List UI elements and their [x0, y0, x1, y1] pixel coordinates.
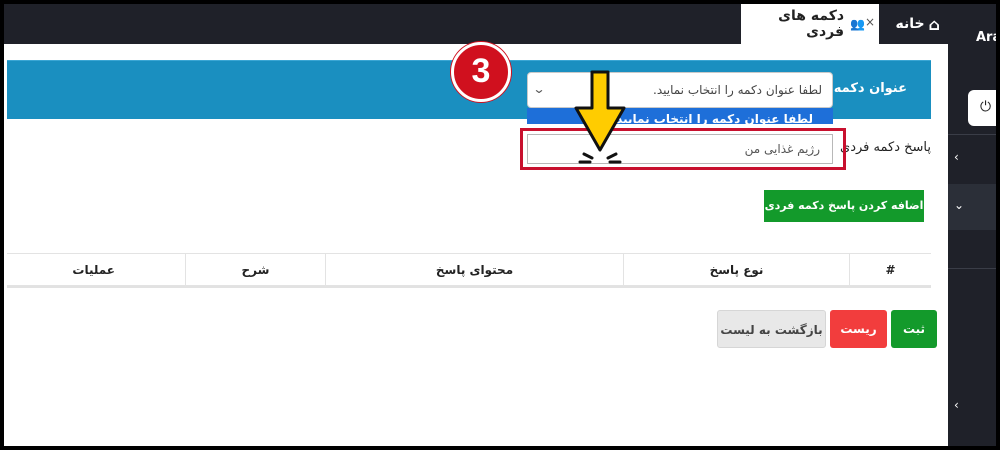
- sidebar-item-expanded[interactable]: ⌄: [948, 184, 996, 230]
- chevron-down-icon: ⌄: [954, 198, 965, 212]
- tab-individual-buttons[interactable]: 👥 دکمه های فردی: [741, 4, 879, 44]
- response-label: پاسخ دکمه فردی: [840, 140, 931, 155]
- select-placeholder: لطفا عنوان دکمه را انتخاب نمایید.: [653, 83, 822, 97]
- column-header-actions: عملیات: [72, 263, 115, 277]
- sidebar-divider: [948, 134, 996, 135]
- column-header-content: محتوای پاسخ: [325, 254, 623, 287]
- add-response-button[interactable]: اضافه کردن پاسخ دکمه فردی: [764, 190, 924, 222]
- tab-home-label: خانه: [895, 16, 925, 32]
- power-icon[interactable]: ⏻: [968, 90, 996, 126]
- back-to-list-button[interactable]: بازگشت به لیست: [717, 310, 826, 348]
- main-content: عنوان دکمه لطفا عنوان دکمه را انتخاب نما…: [4, 44, 948, 446]
- step-number-badge: 3: [451, 42, 511, 102]
- submit-button[interactable]: ثبت: [891, 310, 937, 348]
- user-group-icon: 👥: [850, 17, 865, 31]
- chevron-left-icon: ‹: [954, 150, 959, 164]
- column-header-index: #: [849, 254, 931, 287]
- brand-text: Ara: [976, 30, 996, 45]
- sidebar-divider: [948, 268, 996, 269]
- sidebar-item-collapsed[interactable]: ‹: [948, 384, 996, 430]
- close-tab-icon[interactable]: ×: [865, 15, 875, 29]
- tab-home[interactable]: ⌂ خانه: [878, 4, 948, 44]
- pointer-arrow-icon: [574, 70, 626, 164]
- app-window: ⌂ خانه 👥 دکمه های فردی × Ara ⏻ ‹ ⌄ ‹ عنو…: [4, 4, 996, 446]
- chevron-left-icon: ‹: [954, 398, 959, 412]
- reset-button[interactable]: ریست: [830, 310, 887, 348]
- tab-active-label: دکمه های فردی: [778, 8, 845, 40]
- home-icon: ⌂: [928, 14, 940, 34]
- responses-table-header: # نوع پاسخ محتوای پاسخ شرح عملیات: [7, 253, 931, 287]
- column-header-type: نوع پاسخ: [623, 254, 849, 287]
- column-header-description: شرح: [185, 254, 325, 287]
- button-title-label: عنوان دکمه: [833, 81, 907, 96]
- sidebar: Ara ⏻ ‹ ⌄ ‹: [948, 4, 996, 446]
- response-value: رژیم غذایی من: [744, 142, 820, 156]
- chevron-down-icon: ⌄: [532, 82, 546, 96]
- sidebar-item-collapsed[interactable]: ‹: [948, 136, 996, 182]
- tab-bar: ⌂ خانه 👥 دکمه های فردی ×: [4, 4, 948, 44]
